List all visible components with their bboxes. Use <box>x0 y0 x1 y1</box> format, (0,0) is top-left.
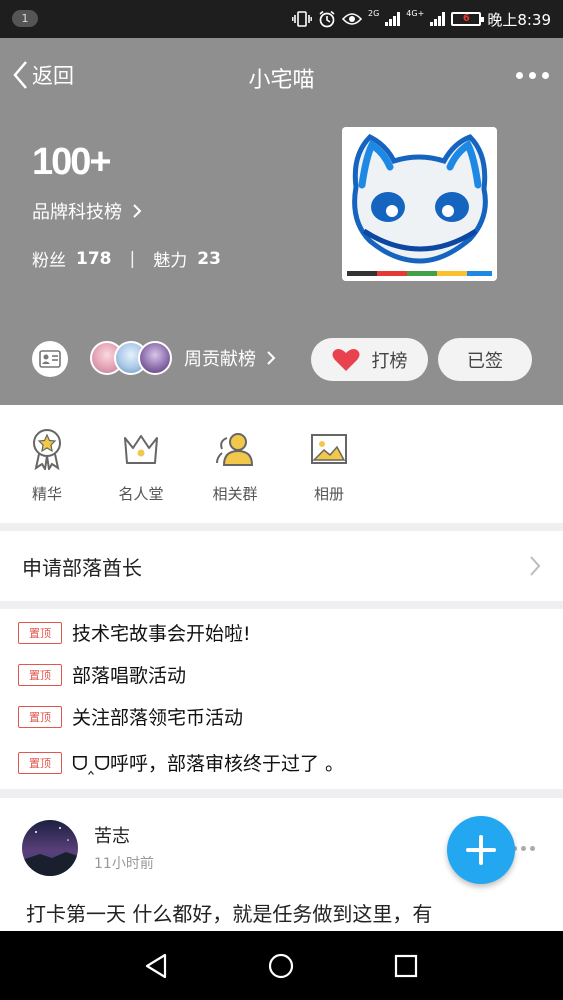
rank-number: 100+ <box>32 141 112 183</box>
pinned-item[interactable]: 置顶 ᗜ‸ᗜ呼呼，部落审核终于过了 。 <box>18 749 344 776</box>
signal-icon <box>385 12 401 26</box>
status-icons: 2G 4G+ 6 <box>292 8 485 30</box>
weekly-contribution-link[interactable]: 周贡献榜 <box>90 341 276 375</box>
photo-icon <box>311 434 347 464</box>
dabang-label: 打榜 <box>371 350 408 372</box>
new-post-fab[interactable] <box>447 816 515 884</box>
chevron-right-icon <box>133 204 142 218</box>
pinned-item[interactable]: 置顶 部落唱歌活动 <box>18 661 186 688</box>
more-dot-icon <box>521 846 526 851</box>
more-button[interactable] <box>516 72 549 79</box>
more-dot-icon <box>530 846 535 851</box>
signed-button[interactable]: 已签 <box>438 338 532 381</box>
triangle-back-icon <box>145 953 167 978</box>
rank-list-link[interactable]: 品牌科技榜 <box>32 198 142 224</box>
group-icon <box>216 433 254 466</box>
vibrate-icon <box>292 11 312 27</box>
network-4g-label: 4G+ <box>406 9 425 18</box>
charm-label: 魅力 <box>153 251 188 271</box>
pinned-tag: 置顶 <box>18 621 62 644</box>
stats-divider: | <box>129 248 136 269</box>
contact-card-icon <box>39 350 61 368</box>
page-title: 小宅喵 <box>248 68 315 93</box>
circle-home-icon <box>268 953 294 978</box>
feature-hall-of-fame[interactable]: 名人堂 <box>94 405 188 523</box>
heart-icon <box>332 348 359 371</box>
notification-badge: 1 <box>12 10 38 27</box>
post-text: 打卡第一天 什么都好，就是任务做到这里，有 <box>26 902 433 926</box>
charm-count: 23 <box>197 248 221 269</box>
pinned-tag: 置顶 <box>18 751 62 774</box>
pinned-item[interactable]: 置顶 技术宅故事会开始啦! <box>18 619 251 646</box>
nav-home-button[interactable] <box>241 931 321 1000</box>
more-dot-icon <box>516 72 523 79</box>
nav-back-button[interactable] <box>116 931 196 1000</box>
feature-album[interactable]: 相册 <box>282 405 376 523</box>
clock: 晚上8:39 <box>487 11 551 29</box>
chevron-right-icon <box>530 556 541 576</box>
pinned-tag: 置顶 <box>18 705 62 728</box>
network-2g-label: 2G <box>368 9 380 18</box>
pinned-title: ᗜ‸ᗜ呼呼，部落审核终于过了 。 <box>72 753 345 775</box>
pinned-item[interactable]: 置顶 关注部落领宅币活动 <box>18 703 243 730</box>
feature-essence[interactable]: 精华 <box>0 405 94 523</box>
night-sky-avatar-icon <box>22 820 78 876</box>
pinned-tag: 置顶 <box>18 663 62 686</box>
signed-label: 已签 <box>467 350 503 372</box>
tribe-header: 返回 小宅喵 100+ 品牌科技榜 粉丝 178 | 魅力 23 周贡献榜 打榜… <box>0 38 563 405</box>
feature-label: 相关群 <box>212 485 258 503</box>
post-more-button[interactable] <box>512 846 535 851</box>
tribe-avatar[interactable] <box>342 127 497 281</box>
eye-icon <box>342 13 362 25</box>
post-author[interactable]: 苦志 <box>94 822 130 848</box>
square-recents-icon <box>394 954 418 977</box>
pinned-title: 部落唱歌活动 <box>72 665 187 687</box>
battery-icon: 6 <box>451 12 485 26</box>
chevron-right-icon <box>267 351 276 365</box>
more-dot-icon <box>542 72 549 79</box>
pinned-title: 技术宅故事会开始啦! <box>72 623 251 645</box>
member-card-button[interactable] <box>32 341 68 377</box>
more-dot-icon <box>529 72 536 79</box>
pinned-list: 置顶 技术宅故事会开始啦! 置顶 部落唱歌活动 置顶 关注部落领宅币活动 置顶 … <box>0 609 563 789</box>
apply-chief-label: 申请部落酋长 <box>22 555 142 580</box>
feature-label: 精华 <box>31 485 62 503</box>
status-bar: 1 2G 4G+ 6 晚上8:39 <box>0 0 563 38</box>
plus-icon <box>466 835 496 865</box>
apply-chief-row[interactable]: 申请部落酋长 <box>0 531 563 601</box>
weekly-contribution-label: 周贡献榜 <box>184 345 276 371</box>
rank-list-label: 品牌科技榜 <box>32 202 122 223</box>
feature-related-groups[interactable]: 相关群 <box>188 405 282 523</box>
post-time: 11小时前 <box>94 856 154 872</box>
pinned-title: 关注部落领宅币活动 <box>72 707 244 729</box>
author-avatar[interactable] <box>22 820 78 876</box>
cat-logo-icon <box>342 127 497 281</box>
nav-recents-button[interactable] <box>366 931 446 1000</box>
alarm-icon <box>319 10 335 28</box>
signal-icon-2 <box>430 12 446 26</box>
fans-label: 粉丝 <box>32 251 66 271</box>
system-nav-bar <box>0 931 563 1000</box>
feature-row: 精华 名人堂 相关群 相册 <box>0 405 563 523</box>
medal-icon <box>33 429 61 470</box>
dabang-button[interactable]: 打榜 <box>311 338 428 381</box>
feature-label: 相册 <box>313 485 344 503</box>
contributor-avatar <box>138 341 172 375</box>
feature-label: 名人堂 <box>118 485 164 503</box>
fans-count: 178 <box>76 248 112 269</box>
crown-icon <box>124 435 158 464</box>
tribe-stats: 粉丝 178 | 魅力 23 <box>32 246 221 272</box>
